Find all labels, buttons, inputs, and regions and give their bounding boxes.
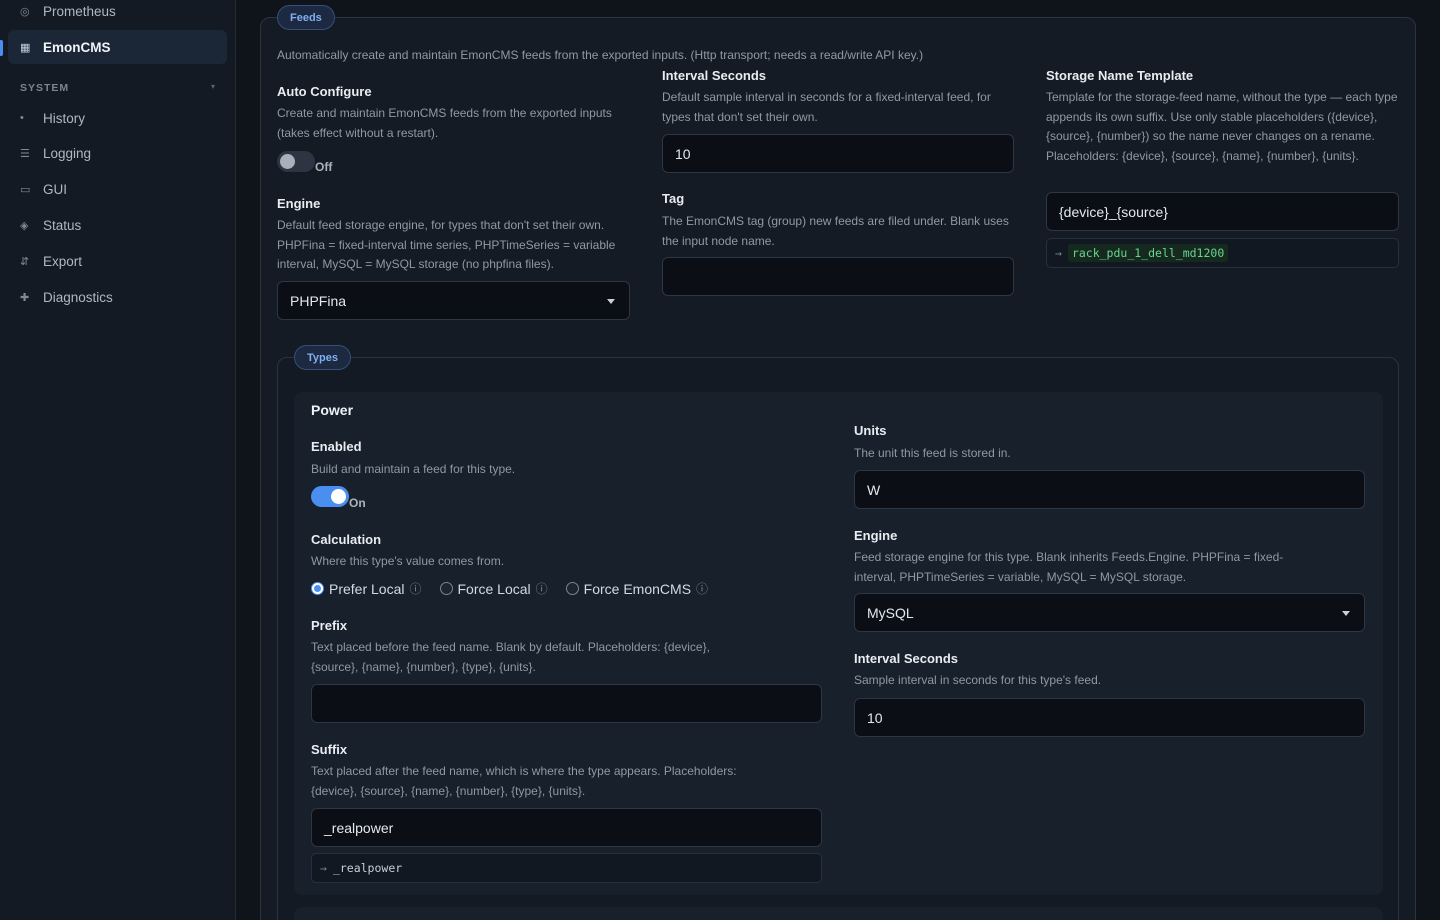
- arrow-right-icon: →: [1055, 246, 1062, 260]
- enabled-toggle[interactable]: [311, 486, 349, 507]
- radio-prefer-local[interactable]: [311, 582, 324, 595]
- sidebar-item-status[interactable]: ◈ Status: [8, 208, 227, 242]
- next-type-card: [294, 907, 1383, 920]
- sidebar-item-label: Diagnostics: [43, 289, 113, 305]
- sidebar-item-logging[interactable]: ☰ Logging: [8, 136, 227, 170]
- radio-force-emoncms[interactable]: [565, 582, 579, 595]
- engine-select[interactable]: PHPFina: [277, 281, 630, 320]
- engine-desc: Default feed storage engine, for types t…: [277, 218, 616, 271]
- prefix-desc: Text placed before the feed name. Blank …: [311, 640, 710, 674]
- sidebar-item-label: GUI: [43, 181, 68, 197]
- auto-configure-state: Off: [315, 160, 333, 174]
- enabled-desc: Build and maintain a feed for this type.: [311, 462, 516, 476]
- sidebar-item-label: EmonCMS: [43, 39, 111, 55]
- units-input[interactable]: W: [854, 470, 1365, 509]
- type-engine-label: Engine: [854, 528, 898, 543]
- feeds-pill: Feeds: [277, 5, 335, 30]
- tag-desc: The EmonCMS tag (group) new feeds are fi…: [662, 214, 1009, 248]
- preview-value: _realpower: [332, 861, 403, 875]
- suffix-input[interactable]: _realpower: [311, 808, 822, 847]
- dot-icon: •: [20, 112, 24, 124]
- type-interval-input[interactable]: 10: [854, 698, 1365, 737]
- interval-label: Interval Seconds: [662, 68, 767, 83]
- feeds-intro: Automatically create and maintain EmonCM…: [277, 48, 924, 62]
- power-title: Power: [311, 402, 354, 418]
- storage-template-desc: Template for the storage-feed name, with…: [1046, 90, 1398, 163]
- storage-template-label: Storage Name Template: [1046, 68, 1194, 83]
- sidebar-item-label: Status: [43, 217, 82, 233]
- toggle-knob: [280, 154, 295, 169]
- window-icon: ▭: [20, 183, 31, 196]
- section-header-system[interactable]: SYSTEM ▾: [20, 82, 216, 94]
- sidebar-item-label: History: [43, 110, 86, 126]
- enabled-state: On: [349, 496, 366, 510]
- auto-configure-label: Auto Configure: [277, 84, 372, 99]
- type-engine-desc: Feed storage engine for this type. Blank…: [854, 550, 1284, 584]
- radio-label-force-emoncms[interactable]: Force EmonCMS: [584, 581, 691, 597]
- storage-template-input[interactable]: {device}_{source}: [1046, 192, 1399, 231]
- info-icon[interactable]: ⓘ: [536, 580, 548, 597]
- interval-input[interactable]: 10: [662, 134, 1014, 173]
- calculation-desc: Where this type's value comes from.: [311, 554, 505, 568]
- type-interval-label: Interval Seconds: [854, 651, 959, 666]
- export-icon: ⇵: [20, 255, 30, 268]
- active-indicator: [0, 40, 3, 56]
- sidebar-item-prometheus[interactable]: ◎ Prometheus: [8, 0, 227, 28]
- radio-force-local[interactable]: [439, 582, 453, 595]
- units-desc: The unit this feed is stored in.: [854, 446, 1011, 460]
- enabled-label: Enabled: [311, 439, 362, 454]
- info-icon[interactable]: ⓘ: [409, 580, 421, 597]
- type-engine-select-value: MySQL: [867, 604, 914, 621]
- type-interval-desc: Sample interval in seconds for this type…: [854, 673, 1102, 687]
- auto-configure-desc: Create and maintain EmonCMS feeds from t…: [277, 106, 612, 140]
- chevron-down-icon: [607, 299, 615, 304]
- tag-input[interactable]: [662, 257, 1014, 296]
- grid-icon: ▦: [20, 41, 31, 54]
- units-label: Units: [854, 423, 887, 438]
- suffix-preview: → _realpower: [311, 853, 822, 883]
- chevron-down-icon: ▾: [210, 82, 216, 91]
- sidebar-item-label: Prometheus: [43, 3, 116, 19]
- toggle-knob: [331, 489, 346, 504]
- tag-label: Tag: [662, 191, 685, 206]
- info-icon[interactable]: ⓘ: [696, 580, 708, 597]
- calculation-label: Calculation: [311, 532, 382, 547]
- calculation-radio-group: Prefer Local ⓘ Force Local ⓘ Force EmonC…: [311, 580, 726, 597]
- auto-configure-toggle[interactable]: [277, 151, 315, 172]
- list-icon: ☰: [20, 147, 30, 160]
- engine-label: Engine: [277, 196, 321, 211]
- sidebar-item-label: Logging: [43, 145, 92, 161]
- sidebar-item-emoncms[interactable]: ▦ EmonCMS: [8, 30, 227, 64]
- chevron-down-icon: [1342, 611, 1350, 616]
- target-icon: ◎: [20, 5, 30, 18]
- sidebar-item-gui[interactable]: ▭ GUI: [8, 172, 227, 206]
- sidebar-item-history[interactable]: • History: [8, 101, 227, 135]
- type-engine-select[interactable]: MySQL: [854, 593, 1365, 632]
- engine-select-value: PHPFina: [290, 292, 347, 309]
- sidebar-item-diagnostics[interactable]: ✚ Diagnostics: [8, 280, 227, 314]
- interval-desc: Default sample interval in seconds for a…: [662, 90, 991, 124]
- types-pill: Types: [294, 345, 351, 370]
- section-label: SYSTEM: [20, 82, 70, 94]
- plus-icon: ✚: [20, 291, 30, 304]
- sidebar-item-export[interactable]: ⇵ Export: [8, 244, 227, 278]
- preview-value: rack_pdu_1_dell_md1200: [1067, 244, 1229, 262]
- prefix-input[interactable]: [311, 684, 822, 723]
- sidebar-item-label: Export: [43, 253, 83, 269]
- suffix-label: Suffix: [311, 742, 348, 757]
- sidebar: ◎ Prometheus ▦ EmonCMS SYSTEM ▾ • Histor…: [0, 0, 236, 920]
- arrow-right-icon: →: [320, 861, 327, 875]
- radio-label-prefer-local[interactable]: Prefer Local: [329, 581, 404, 597]
- suffix-desc: Text placed after the feed name, which i…: [311, 764, 737, 798]
- storage-template-preview: → rack_pdu_1_dell_md1200: [1046, 238, 1399, 268]
- diamond-icon: ◈: [20, 219, 29, 232]
- radio-label-force-local[interactable]: Force Local: [458, 581, 531, 597]
- prefix-label: Prefix: [311, 618, 348, 633]
